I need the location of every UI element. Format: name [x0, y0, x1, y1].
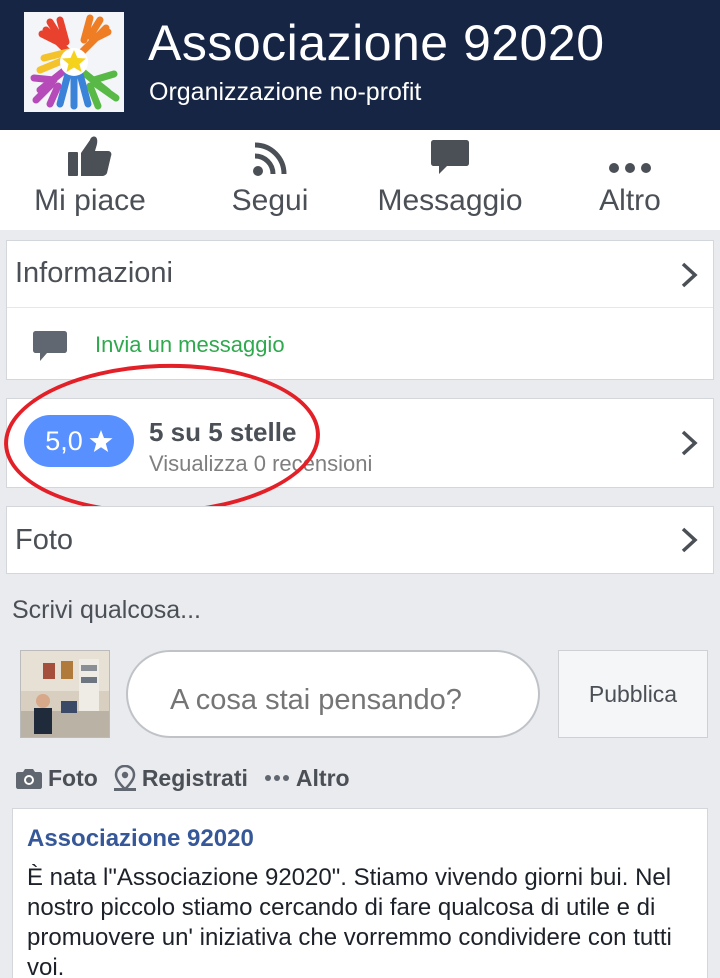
chevron-right-icon [681, 262, 698, 288]
page: Associazione 92020 Organizzazione no-pro… [0, 0, 720, 978]
rating-title: 5 su 5 stelle [149, 417, 297, 447]
like-label: Mi piace [34, 184, 146, 217]
send-message-link[interactable]: Invia un messaggio [95, 332, 285, 358]
colorful-hands-star-logo-icon [24, 12, 124, 112]
camera-icon [16, 769, 42, 789]
more-dots-icon [264, 775, 289, 781]
action-bar: Mi piace Segui Messaggio Altro [0, 130, 720, 230]
add-photo-option[interactable]: Foto [16, 765, 98, 792]
more-option[interactable]: Altro [264, 765, 350, 792]
reviews-link[interactable]: Visualizza 0 recensioni [149, 451, 372, 477]
chat-bubble-icon [431, 140, 469, 174]
page-header: Associazione 92020 Organizzazione no-pro… [0, 0, 720, 130]
status-input[interactable] [126, 650, 540, 738]
composer-options: Foto Registrati Altro [16, 762, 366, 794]
info-title: Informazioni [15, 257, 173, 289]
info-row[interactable]: Informazioni [7, 241, 713, 307]
photos-title: Foto [15, 524, 74, 556]
like-button[interactable]: Mi piace [30, 130, 150, 230]
photos-card[interactable]: Foto [6, 506, 714, 574]
more-label: Altro [599, 184, 661, 217]
message-label: Messaggio [377, 184, 523, 217]
publish-button[interactable]: Pubblica [558, 650, 708, 738]
chevron-right-icon [681, 430, 698, 456]
chevron-right-icon [681, 527, 698, 553]
checkin-label: Registrati [141, 764, 248, 791]
rating-score: 5,0 [45, 425, 83, 456]
page-category: Organizzazione no-profit [149, 78, 422, 106]
checkin-option[interactable]: Registrati [113, 764, 248, 792]
message-bubble-icon [33, 331, 67, 361]
more-button[interactable]: Altro [580, 130, 680, 230]
more-dots-icon [609, 163, 651, 173]
page-logo[interactable] [24, 12, 124, 112]
send-message-row[interactable]: Invia un messaggio [7, 307, 713, 379]
rating-card[interactable]: 5,0 5 su 5 stelle Visualizza 0 recension… [6, 398, 714, 488]
add-photo-label: Foto [48, 764, 98, 791]
info-card: Informazioni Invia un messaggio [6, 240, 714, 380]
thumbs-up-icon [68, 136, 112, 176]
rss-icon [253, 142, 287, 176]
location-pin-icon [113, 765, 136, 791]
page-title: Associazione 92020 [148, 15, 605, 71]
follow-button[interactable]: Segui [220, 130, 320, 230]
composer-title: Scrivi qualcosa... [12, 596, 201, 624]
more-option-label: Altro [295, 764, 350, 791]
post-author[interactable]: Associazione 92020 [27, 825, 254, 853]
rating-badge: 5,0 [24, 415, 134, 467]
avatar[interactable] [20, 650, 110, 738]
post-card: Associazione 92020 È nata l"Associazione… [12, 808, 708, 978]
message-button[interactable]: Messaggio [368, 130, 532, 230]
star-icon [89, 430, 113, 452]
post-text: È nata l"Associazione 92020". Stiamo viv… [27, 864, 672, 978]
follow-label: Segui [231, 184, 309, 217]
user-photo [21, 651, 109, 737]
